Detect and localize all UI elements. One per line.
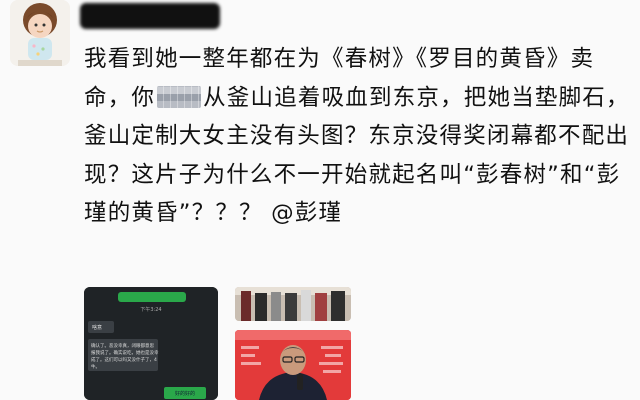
chat-screenshot-graphic: 下午3:24 啥意 确认了。恶没幸真，闭眼都意思 报我说了。确实说吃，她也是没幸… [84,287,218,400]
attached-image-chat-screenshot[interactable]: 下午3:24 啥意 确认了。恶没幸真，闭眼都意思 报我说了。确实说吃，她也是没幸… [84,287,218,400]
chat-reply: 好的好的 [175,390,195,397]
attached-image-interview-photo[interactable] [235,330,351,400]
chat-time: 下午3:24 [140,306,161,313]
user-avatar[interactable] [10,0,70,66]
press-event-graphic [235,287,351,321]
interview-photo-graphic [235,330,351,400]
chat-msg-2-line-1: 确认了。恶没幸真，闭眼都意思 [91,342,154,349]
attached-image-press-event[interactable] [235,287,351,321]
avatar-illustration [10,0,70,66]
post-text: 我看到她一整年都在为《春树》《罗目的黄昏》卖命，你 从釜山追着吸血到东京，把她当垫… [84,40,636,233]
chat-msg-2-line-2: 报我说了。确实说吃，她也是没幸 [91,349,159,356]
chat-msg-2-line-3: 成了。这们可以吗又没什子了，4 [91,356,157,363]
chat-msg-2-line-4: 牛。 [91,363,100,370]
username-redacted [80,3,220,29]
mosaic-redaction [157,85,202,108]
chat-msg-1: 啥意 [92,324,102,331]
chat-green-bar [118,292,186,302]
